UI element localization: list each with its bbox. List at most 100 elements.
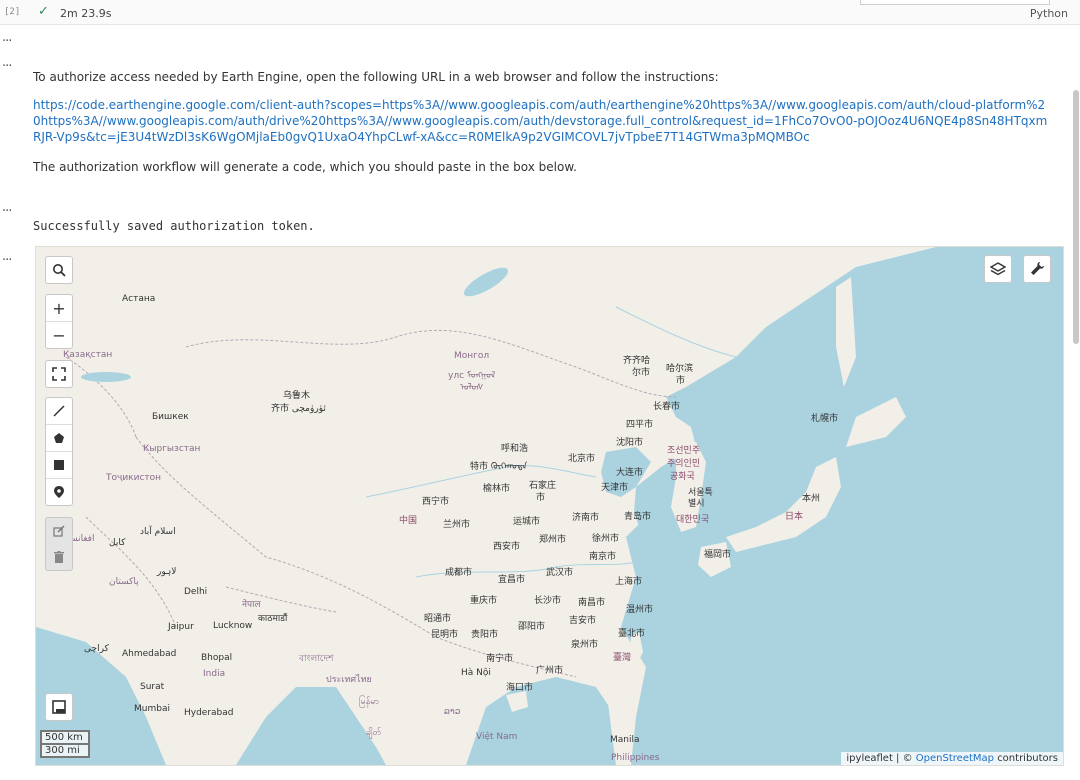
fullscreen-icon <box>52 367 66 381</box>
label-yichang: 宜昌市 <box>498 575 526 585</box>
execution-count: [2] <box>4 7 21 17</box>
output-collapse-ellipsis[interactable]: ... <box>2 55 12 70</box>
output-collapse-ellipsis[interactable]: ... <box>2 249 12 264</box>
label-chengdu: 成都市 <box>445 568 473 578</box>
map-frame-icon <box>52 700 66 714</box>
label-guangzhou: 广州市 <box>536 666 564 676</box>
label-hohhot: 呼和浩 <box>501 444 529 454</box>
label-xian: 西安市 <box>493 542 521 552</box>
label-thailand: ประเทศไทย <box>326 675 372 685</box>
label-changsha: 长沙市 <box>534 596 562 606</box>
label-hyderabad: Hyderabad <box>184 708 234 718</box>
label-nkorea2: 주의인민 <box>667 459 701 469</box>
label-lucknow: Lucknow <box>213 621 253 631</box>
label-chittagong: ချိတ် <box>366 728 382 738</box>
output-collapse-ellipsis[interactable]: ... <box>2 200 12 215</box>
border-china-mongolia <box>185 329 677 398</box>
polygon-icon <box>54 433 64 443</box>
label-mumbai: Mumbai <box>134 704 170 714</box>
south-china-sea <box>466 677 626 765</box>
label-wuhan: 武汉市 <box>546 568 574 578</box>
label-nkorea1: 조선민주 <box>667 446 701 456</box>
label-jaipur: Jaipur <box>168 622 194 632</box>
label-kunming: 昆明市 <box>431 630 459 640</box>
draw-toolbar <box>45 397 73 506</box>
rectangle-icon <box>54 460 64 470</box>
label-surat: Surat <box>140 682 165 692</box>
label-mongolia-trad2: ᠤᠯᠤᠰ <box>460 383 484 393</box>
layers-button[interactable] <box>984 255 1012 283</box>
wrench-icon <box>1031 262 1044 275</box>
map-basemap <box>36 247 1063 765</box>
draw-polyline-button[interactable] <box>46 398 72 425</box>
label-qingdao: 青岛市 <box>624 512 652 522</box>
label-kabul: کابل <box>109 538 126 548</box>
label-fukuoka: 福岡市 <box>704 550 732 560</box>
label-beijing: 北京市 <box>568 454 596 464</box>
osm-link[interactable]: OpenStreetMap <box>916 753 994 764</box>
label-xining: 西宁市 <box>422 497 450 507</box>
zoom-control: + − <box>45 294 73 349</box>
label-bangladesh: বাংলাদেশ <box>299 654 334 664</box>
label-nanchang: 南昌市 <box>578 598 606 608</box>
cell-input-box[interactable] <box>860 0 1050 5</box>
layers-icon <box>990 262 1006 276</box>
output-scrollbar[interactable] <box>1073 90 1079 344</box>
label-nkorea3: 공화국 <box>670 472 695 482</box>
auth-url-link[interactable]: https://code.earthengine.google.com/clie… <box>33 97 1048 145</box>
label-pakistan: پاکستان <box>109 577 139 587</box>
label-sapporo: 札幌市 <box>811 414 839 424</box>
label-china: 中国 <box>399 516 418 526</box>
tools-button[interactable] <box>1023 255 1051 283</box>
river-amur <box>615 306 737 358</box>
label-karachi: کراچی <box>84 644 109 654</box>
label-nanjing: 南京市 <box>589 552 617 562</box>
label-xuzhou: 徐州市 <box>592 534 620 544</box>
label-bishkek: Бишкек <box>152 412 189 422</box>
draw-marker-button[interactable] <box>46 479 72 505</box>
label-shijiazhuang2: 市 <box>536 493 546 503</box>
language-label[interactable]: Python <box>1030 7 1068 20</box>
label-shenyang: 沈阳市 <box>616 438 644 448</box>
label-astana: Астана <box>122 294 156 304</box>
label-seoul2: 별시 <box>688 499 705 509</box>
label-islamabad: اسلام آباد <box>140 527 176 537</box>
map-search-button[interactable] <box>45 256 73 284</box>
label-siping: 四平市 <box>626 420 654 430</box>
label-hohhot2: 特市 ᠬᠥᠬᠡᠬᠣᠲᠠ <box>470 462 528 472</box>
label-mongolia: Монгол <box>454 351 490 361</box>
trash-icon <box>54 551 64 563</box>
fullscreen-button[interactable] <box>45 360 73 388</box>
label-manila: Manila <box>610 735 640 745</box>
map-attribution: ipyleaflet | © OpenStreetMap contributor… <box>841 752 1063 765</box>
auth-intro-text: To authorize access needed by Earth Engi… <box>33 70 719 84</box>
basemap-toggle-button[interactable] <box>45 693 73 721</box>
output-collapse-ellipsis[interactable]: ... <box>2 30 12 45</box>
label-vietnam: Việt Nam <box>476 732 518 742</box>
label-shaoyang: 邵阳市 <box>518 622 546 632</box>
scale-mi: 300 mi <box>40 745 90 758</box>
attribution-prefix: ipyleaflet | © <box>846 753 913 764</box>
label-lahore: لاہور <box>157 567 177 577</box>
token-saved-text: Successfully saved authorization token. <box>33 219 315 233</box>
draw-polygon-button[interactable] <box>46 425 72 452</box>
label-philippines: Philippines <box>611 753 660 763</box>
edit-layers-button[interactable] <box>46 518 72 544</box>
lake-balkhash <box>81 372 131 382</box>
label-kyrgyzstan: Кыргызстан <box>143 444 201 454</box>
border-china-south <box>135 436 577 678</box>
label-ahmedabad: Ahmedabad <box>122 649 177 659</box>
border-china-kazakhstan <box>65 356 137 438</box>
polyline-icon <box>53 405 65 417</box>
label-qiqihar2: 尔市 <box>632 368 651 378</box>
label-urumqi: 乌鲁木 <box>283 391 311 401</box>
draw-rectangle-button[interactable] <box>46 452 72 479</box>
label-delhi: Delhi <box>184 587 208 597</box>
label-yuncheng: 运城市 <box>513 517 541 527</box>
label-laos: ລາວ <box>444 707 461 717</box>
zoom-out-button[interactable]: − <box>46 322 72 348</box>
delete-layers-button[interactable] <box>46 544 72 570</box>
label-skorea: 대한민국 <box>676 515 710 525</box>
zoom-in-button[interactable]: + <box>46 295 72 322</box>
map-widget[interactable]: Астана Қазақстан Монгол улс ᠮᠣᠩᠭᠣᠯ ᠤᠯᠤᠰ … <box>35 246 1064 766</box>
